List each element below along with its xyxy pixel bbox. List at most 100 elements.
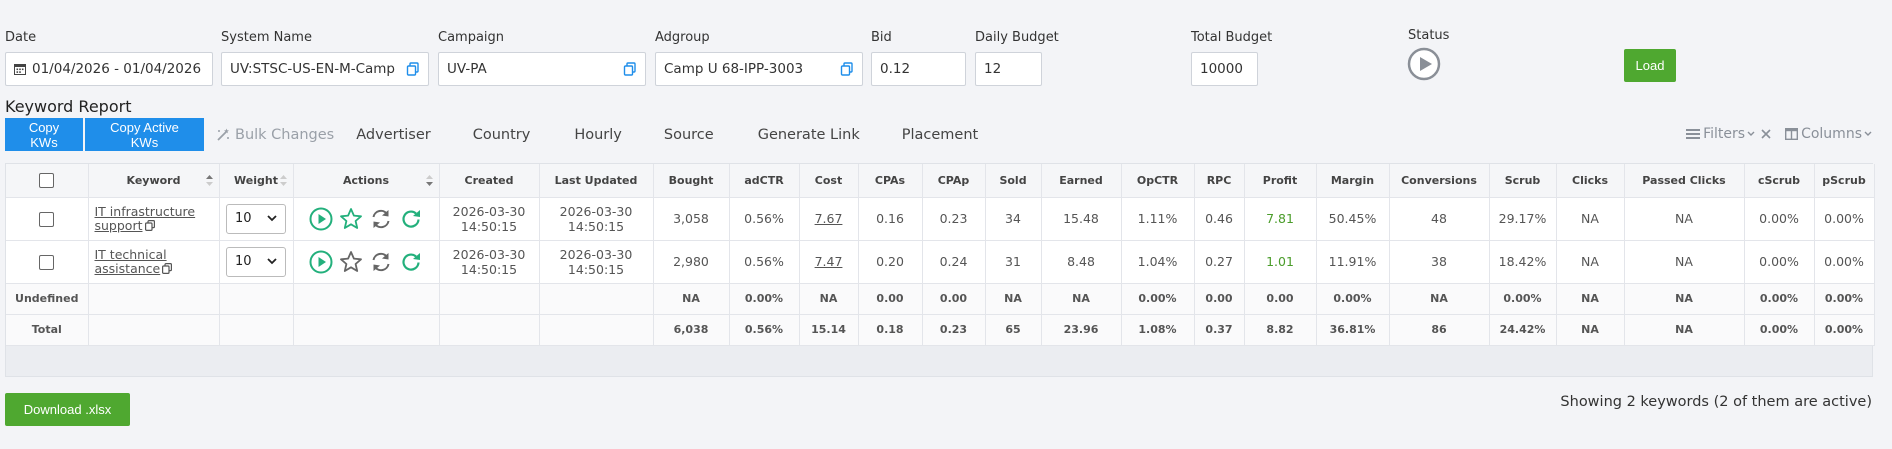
sold-cell: 34 <box>985 197 1042 241</box>
refresh-icon[interactable] <box>399 207 423 231</box>
play-icon[interactable] <box>309 207 333 231</box>
cost-link[interactable]: 7.67 <box>815 211 843 226</box>
cscrub-column-header[interactable]: cScrub <box>1744 164 1815 198</box>
earned-cell: 15.48 <box>1041 197 1122 241</box>
cscrub-cell: 0.00% <box>1744 283 1815 315</box>
sold-cell: NA <box>985 283 1042 315</box>
profit-cell: 0.00 <box>1244 283 1317 315</box>
adctr-cell: 0.56% <box>729 197 800 241</box>
keyword-column-header[interactable]: Keyword <box>88 164 220 198</box>
load-button[interactable]: Load <box>1624 49 1676 82</box>
conversions-column-header[interactable]: Conversions <box>1389 164 1490 198</box>
keyword-report-page: Date 01/04/2026 - 01/04/2026 System Name… <box>0 0 1892 449</box>
opctr-cell: 1.04% <box>1121 240 1195 284</box>
adgroup-input[interactable]: Camp U 68-IPP-3003 <box>655 52 863 86</box>
sort-icon[interactable] <box>279 175 287 186</box>
copy-icon[interactable] <box>144 219 155 231</box>
keyword-link[interactable]: IT technical assistance <box>95 247 215 276</box>
empty-cell <box>539 283 654 315</box>
cost-column-header[interactable]: Cost <box>799 164 859 198</box>
date-filter: Date 01/04/2026 - 01/04/2026 <box>5 30 213 86</box>
row-checkbox[interactable] <box>39 211 55 227</box>
last-updated-cell: 2026-03-30 14:50:15 <box>539 197 654 241</box>
sort-icon[interactable] <box>205 175 213 186</box>
empty-cell <box>539 314 654 346</box>
copy-icon[interactable] <box>406 62 420 76</box>
columns-menu[interactable]: Columns <box>1785 126 1872 142</box>
created-column-header[interactable]: Created <box>439 164 540 198</box>
opctr-column-header[interactable]: OpCTR <box>1121 164 1195 198</box>
sync-icon[interactable] <box>369 207 393 231</box>
chevron-down-icon <box>267 258 277 265</box>
total-budget-label: Total Budget <box>1191 30 1273 45</box>
columns-label: Columns <box>1801 126 1862 142</box>
country-tab[interactable]: Country <box>473 127 531 143</box>
copy-kws-button[interactable]: Copy KWs <box>5 118 83 151</box>
play-icon[interactable] <box>309 250 333 274</box>
pscrub-column-header[interactable]: pScrub <box>1814 164 1875 198</box>
row-checkbox[interactable] <box>39 254 55 270</box>
date-range-input[interactable]: 01/04/2026 - 01/04/2026 <box>5 52 213 86</box>
bid-input[interactable]: 0.12 <box>871 52 966 86</box>
total-budget-input[interactable]: 10000 <box>1191 52 1258 86</box>
profit-cell: 1.01 <box>1244 240 1317 284</box>
download-xlsx-button[interactable]: Download .xlsx <box>5 393 130 426</box>
bid-label: Bid <box>871 30 892 45</box>
star-outline-icon[interactable] <box>339 250 363 274</box>
star-icon[interactable] <box>339 207 363 231</box>
placement-tab[interactable]: Placement <box>902 127 978 143</box>
clicks-cell: NA <box>1556 197 1625 241</box>
keyword-grid: Keyword Weight Actions Created Last Upda… <box>5 163 1875 377</box>
clear-filters-close-icon[interactable] <box>1761 129 1771 139</box>
passed-clicks-column-header[interactable]: Passed Clicks <box>1624 164 1745 198</box>
clicks-column-header[interactable]: Clicks <box>1556 164 1625 198</box>
filter-bar: Date 01/04/2026 - 01/04/2026 System Name… <box>0 0 1892 95</box>
profit-column-header[interactable]: Profit <box>1244 164 1317 198</box>
status-play-button[interactable] <box>1407 47 1441 81</box>
system-name-input[interactable]: UV:STSC-US-EN-M-Camp <box>221 52 429 86</box>
report-toolbar: Copy KWs Copy Active KWs Bulk Changes Ad… <box>5 118 978 151</box>
cpas-column-header[interactable]: CPAs <box>858 164 923 198</box>
weight-column-header[interactable]: Weight <box>219 164 294 198</box>
source-tab[interactable]: Source <box>664 127 714 143</box>
campaign-input[interactable]: UV-PA <box>438 52 646 86</box>
daily-budget-input[interactable]: 12 <box>975 52 1042 86</box>
sold-column-header[interactable]: Sold <box>985 164 1042 198</box>
table-row: IT technical assistance 10 2026-03-30 14… <box>6 240 1875 284</box>
weight-select[interactable]: 10 <box>226 246 286 277</box>
earned-column-header[interactable]: Earned <box>1041 164 1122 198</box>
empty-cell <box>439 314 540 346</box>
bulk-changes-button[interactable]: Bulk Changes <box>216 127 334 143</box>
sort-icon[interactable] <box>425 175 433 186</box>
refresh-icon[interactable] <box>399 250 423 274</box>
last-updated-column-header[interactable]: Last Updated <box>539 164 654 198</box>
copy-icon[interactable] <box>840 62 854 76</box>
filters-menu[interactable]: Filters <box>1686 126 1755 142</box>
select-all-header <box>6 164 89 198</box>
rpc-column-header[interactable]: RPC <box>1194 164 1245 198</box>
copy-icon[interactable] <box>162 262 173 274</box>
cost-cell: 7.67 <box>799 197 859 241</box>
weight-select[interactable]: 10 <box>226 203 286 234</box>
pscrub-cell: 0.00% <box>1814 240 1875 284</box>
select-all-checkbox[interactable] <box>39 172 55 188</box>
empty-cell <box>88 283 220 315</box>
keyword-link[interactable]: IT infrastructure support <box>95 204 215 233</box>
rpc-cell: 0.00 <box>1194 283 1245 315</box>
campaign-filter: Campaign UV-PA <box>438 30 646 86</box>
bought-column-header[interactable]: Bought <box>653 164 730 198</box>
adctr-column-header[interactable]: adCTR <box>729 164 800 198</box>
sold-cell: 65 <box>985 314 1042 346</box>
margin-column-header[interactable]: Margin <box>1316 164 1390 198</box>
scrub-column-header[interactable]: Scrub <box>1489 164 1557 198</box>
copy-active-kws-button[interactable]: Copy Active KWs <box>85 118 204 151</box>
copy-icon[interactable] <box>623 62 637 76</box>
actions-column-header[interactable]: Actions <box>293 164 440 198</box>
hourly-tab[interactable]: Hourly <box>574 127 622 143</box>
sold-cell: 31 <box>985 240 1042 284</box>
cpap-column-header[interactable]: CPAp <box>922 164 986 198</box>
generate-link-tab[interactable]: Generate Link <box>758 127 860 143</box>
sync-icon[interactable] <box>369 250 393 274</box>
advertiser-tab[interactable]: Advertiser <box>356 127 430 143</box>
cost-link[interactable]: 7.47 <box>815 254 843 269</box>
